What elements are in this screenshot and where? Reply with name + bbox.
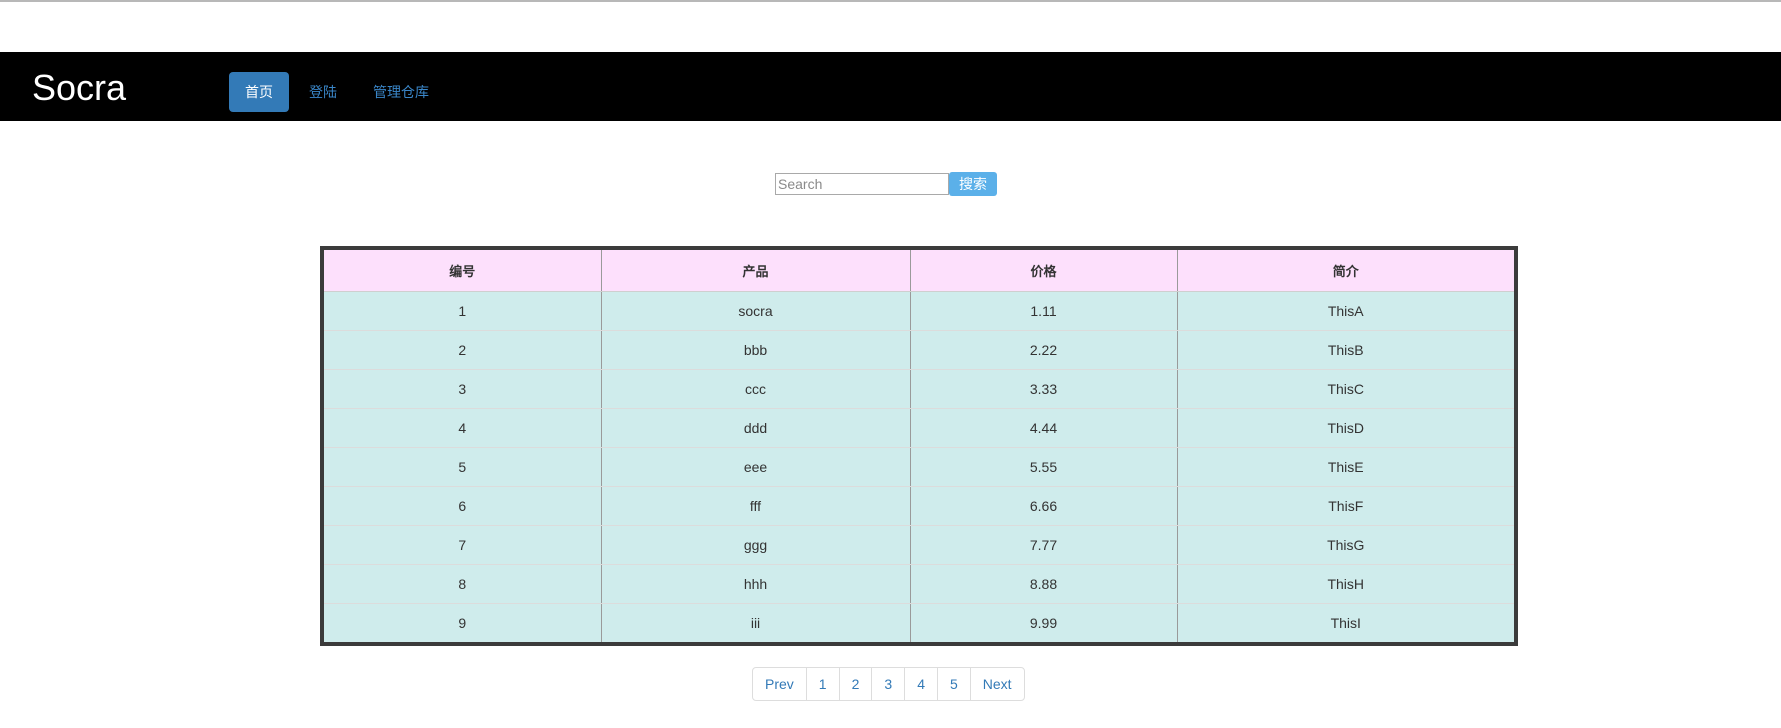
cell-description: ThisB [1177,330,1514,370]
table-row: 3 ccc 3.33 ThisC [324,369,1514,409]
cell-product: bbb [601,330,911,370]
pagination-page-1[interactable]: 1 [805,667,840,701]
cell-description: ThisA [1177,291,1514,331]
navbar: Socra 首页 登陆 管理仓库 [0,52,1781,121]
cell-id: 4 [324,408,602,448]
table-row: 7 ggg 7.77 ThisG [324,525,1514,565]
cell-product: ccc [601,369,911,409]
cell-description: ThisH [1177,564,1514,604]
cell-description: ThisD [1177,408,1514,448]
table-row: 1 socra 1.11 ThisA [324,291,1514,331]
cell-id: 1 [324,291,602,331]
pagination-page-2[interactable]: 2 [838,667,873,701]
cell-description: ThisI [1330,615,1361,631]
cell-id: 8 [324,564,602,604]
cell-price: 1.11 [910,291,1178,331]
cell-price: 6.66 [910,486,1178,526]
header-price: 价格 [910,250,1178,292]
brand-logo[interactable]: Socra [32,70,126,106]
cell-description: ThisC [1177,369,1514,409]
cell-description: ThisE [1177,447,1514,487]
cell-id: 6 [324,486,602,526]
product-table-container: 编号 产品 价格 简介 1 socra 1.11 ThisA 2 bbb 2.22 ThisB… [320,246,1518,646]
cell-product: ddd [601,408,911,448]
cell-description: ThisG [1177,525,1514,565]
cell-price: 3.33 [910,369,1178,409]
cell-id: 7 [324,525,602,565]
cell-price: 5.55 [910,447,1178,487]
table-row: 8 hhh 8.88 ThisH [324,564,1514,604]
cell-price: 7.77 [910,525,1178,565]
cell-product: ggg [601,525,911,565]
product-table: 编号 产品 价格 简介 1 socra 1.11 ThisA 2 bbb 2.22 ThisB… [324,250,1514,642]
top-rule [0,0,1781,2]
cell-product: eee [601,447,911,487]
cell-price: 2.22 [910,330,1178,370]
table-row: 4 ddd 4.44 ThisD [324,408,1514,448]
cell-product: hhh [601,564,911,604]
cell-id: 2 [324,330,602,370]
nav-menu: 首页 登陆 管理仓库 [229,72,445,112]
cell-id: 3 [324,369,602,409]
header-id: 编号 [324,250,602,292]
search-button[interactable]: 搜索 [949,172,997,196]
header-product: 产品 [601,250,911,292]
nav-item-manage-warehouse[interactable]: 管理仓库 [357,72,445,112]
cell-price: 9.99 [910,603,1178,642]
cell-price: 4.44 [910,408,1178,448]
table-row: 6 fff 6.66 ThisF [324,486,1514,526]
search-input[interactable] [775,173,949,195]
cell-id: 5 [324,447,602,487]
pagination-prev[interactable]: Prev [752,667,807,701]
cell-description: ThisF [1177,486,1514,526]
header-description: 简介 [1177,250,1514,292]
cell-price: 8.88 [910,564,1178,604]
pagination-page-4[interactable]: 4 [904,667,938,701]
cell-id: 9 [324,603,602,642]
pagination-page-3[interactable]: 3 [871,667,906,701]
cell-product: socra [601,291,911,331]
nav-item-home[interactable]: 首页 [229,72,289,112]
table-body: 1 socra 1.11 ThisA 2 bbb 2.22 ThisB 3 ccc 3.33 This… [324,291,1514,642]
table-row: 2 bbb 2.22 ThisB [324,330,1514,370]
cell-product: fff [601,486,911,526]
nav-item-login[interactable]: 登陆 [293,72,353,112]
table-header-row: 编号 产品 价格 简介 [324,250,1514,292]
table-row: 9 iii 9.99 ThisI [324,603,1514,642]
search-form: 搜索 [775,172,997,196]
pagination: Prev 1 2 3 4 5 Next [752,667,1025,701]
pagination-next[interactable]: Next [969,667,1025,701]
pagination-page-5[interactable]: 5 [936,667,971,701]
cell-product: iii [601,603,911,642]
table-row: 5 eee 5.55 ThisE [324,447,1514,487]
